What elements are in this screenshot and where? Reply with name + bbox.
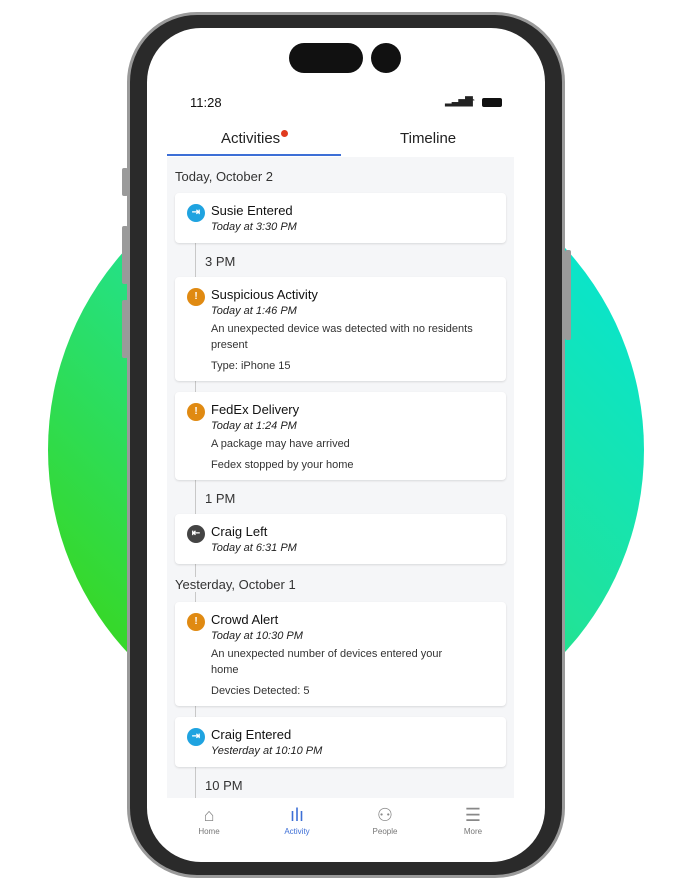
card-title: Susie Entered [211, 203, 293, 218]
active-tab-indicator [167, 154, 341, 156]
card-time: Today at 6:31 PM [211, 542, 297, 554]
nav-people[interactable]: ⚇ People [341, 805, 429, 836]
activity-card[interactable]: ! Suspicious Activity Today at 1:46 PM A… [175, 277, 506, 381]
activity-card[interactable]: ! Crowd Alert Today at 10:30 PM An unexp… [175, 602, 506, 706]
card-time: Today at 1:46 PM [211, 305, 297, 317]
home-icon: ⌂ [203, 805, 215, 825]
card-title: Suspicious Activity [211, 287, 318, 302]
card-time: Today at 1:24 PM [211, 420, 297, 432]
alert-icon: ! [187, 403, 205, 421]
notification-badge [281, 130, 289, 137]
card-description: A package may have arrived [211, 438, 350, 450]
nav-home[interactable]: ⌂ Home [165, 805, 253, 836]
tab-activities[interactable]: Activities [221, 130, 289, 147]
battery-icon [482, 98, 502, 107]
nav-more[interactable]: ☰ More [429, 805, 517, 836]
wifi-icon: ᯤ [465, 96, 476, 108]
activity-card[interactable]: ⇥ Susie Entered Today at 3:30 PM [175, 193, 506, 243]
tab-label: Activities [221, 130, 281, 147]
nav-label: More [463, 827, 483, 836]
camera [371, 43, 401, 73]
nav-activity[interactable]: ılı Activity [253, 805, 341, 836]
home-exit-icon: ⇤ [187, 525, 205, 543]
card-title: Crowd Alert [211, 612, 279, 627]
status-time: 11:28 [190, 95, 222, 110]
home-enter-icon: ⇥ [187, 204, 205, 222]
activity-card[interactable]: ! FedEx Delivery Today at 1:24 PM A pack… [175, 392, 506, 480]
card-detail: Fedex stopped by your home [211, 459, 354, 471]
card-detail: Devcies Detected: 5 [211, 685, 310, 697]
nav-label: Home [198, 827, 220, 836]
power-button [565, 250, 571, 340]
card-detail: Type: iPhone 15 [211, 360, 291, 372]
nav-label: People [372, 827, 398, 836]
card-time: Today at 3:30 PM [211, 221, 297, 233]
date-header: Today, October 2 [175, 169, 274, 184]
activity-card[interactable]: ⇥ Craig Entered Yesterday at 10:10 PM [175, 717, 506, 767]
menu-icon: ☰ [464, 805, 482, 825]
tab-timeline[interactable]: Timeline [400, 130, 456, 147]
activity-icon: ılı [289, 805, 304, 825]
card-time: Today at 10:30 PM [211, 630, 303, 642]
card-time: Yesterday at 10:10 PM [211, 745, 323, 757]
alert-icon: ! [187, 613, 205, 631]
hour-marker: 3 PM [205, 254, 236, 269]
home-enter-icon: ⇥ [187, 728, 205, 746]
activity-feed[interactable]: Today, October 2 ⇥ Susie Entered Today a… [167, 157, 514, 798]
nav-label: Activity [284, 827, 310, 836]
people-icon: ⚇ [376, 805, 394, 825]
card-title: Craig Entered [211, 727, 292, 742]
phone-screen: 11:28 ▂▃▅▇ ᯤ Activities Timeline Today, … [147, 28, 545, 862]
card-description: An unexpected device was detected with n… [211, 323, 473, 351]
hour-marker: 10 PM [205, 778, 243, 793]
alert-icon: ! [187, 288, 205, 306]
activity-card[interactable]: ⇤ Craig Left Today at 6:31 PM [175, 514, 506, 564]
card-title: Craig Left [211, 524, 268, 539]
card-description: An unexpected number of devices entered … [211, 648, 443, 676]
card-title: FedEx Delivery [211, 402, 300, 417]
dynamic-island [289, 43, 363, 73]
hour-marker: 1 PM [205, 491, 236, 506]
date-header: Yesterday, October 1 [175, 577, 375, 592]
